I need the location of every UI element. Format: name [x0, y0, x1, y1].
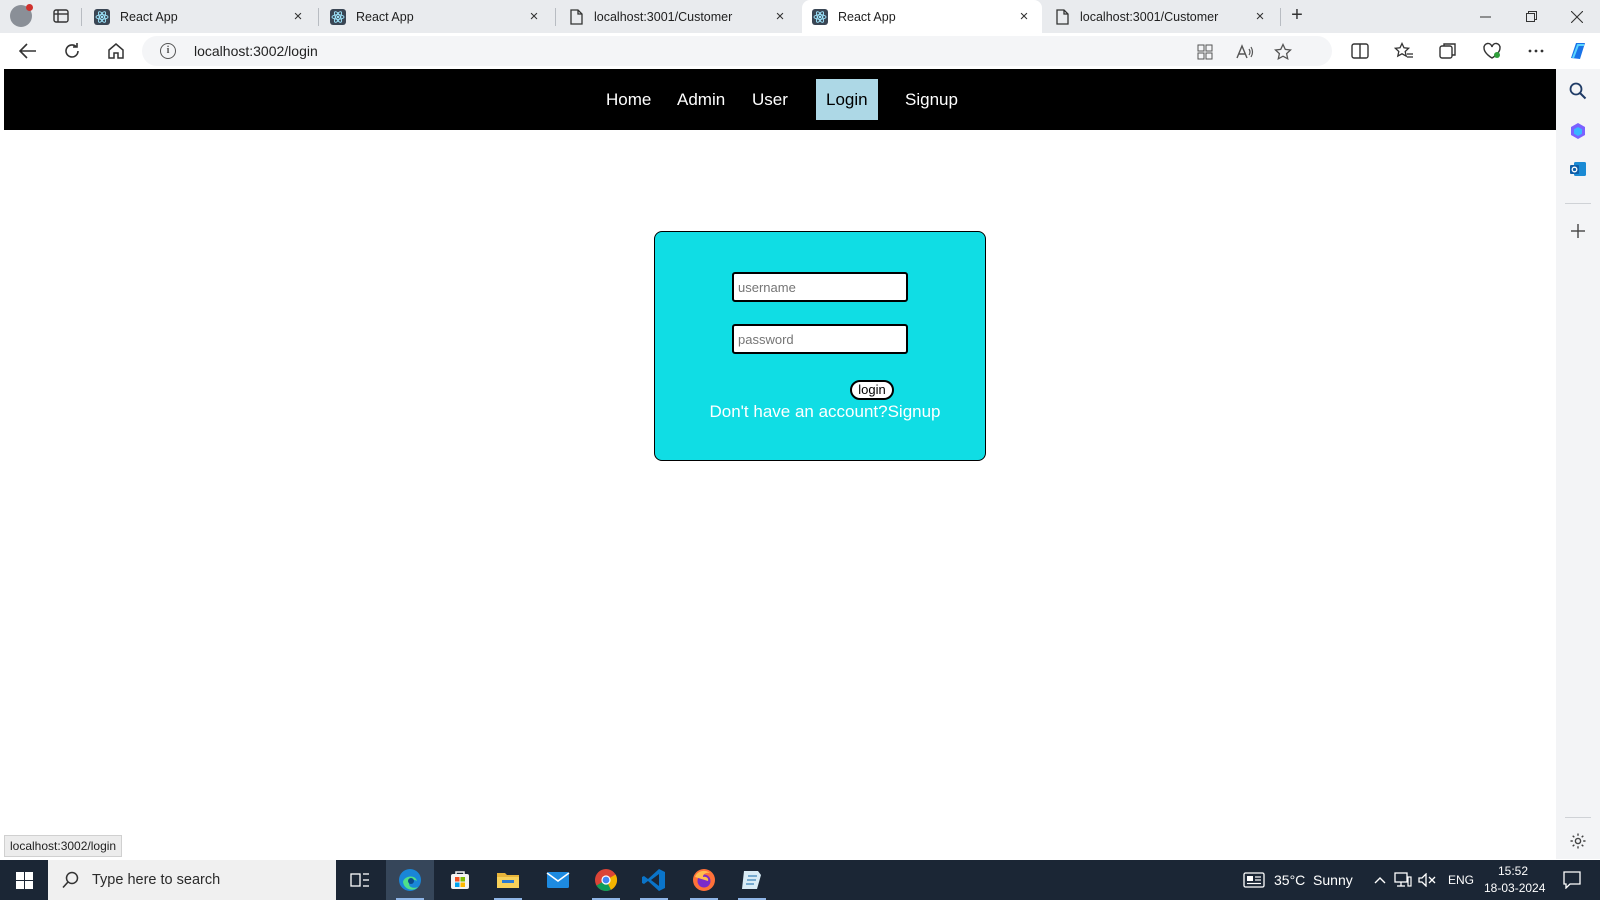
windows-taskbar: Type here to search 35°C Sunny ENG 15:52… — [0, 860, 1600, 900]
mail-icon[interactable] — [534, 860, 582, 900]
close-tab-icon[interactable]: × — [1016, 8, 1032, 25]
edge-browser-icon[interactable] — [386, 860, 434, 900]
vscode-icon[interactable] — [630, 860, 678, 900]
browser-tab[interactable]: React App × — [84, 0, 316, 33]
clock-date[interactable]: 18-03-2024 — [1484, 881, 1545, 895]
weather-text[interactable]: 35°C Sunny — [1274, 872, 1353, 888]
read-aloud-icon[interactable] — [1236, 43, 1254, 61]
clock-time[interactable]: 15:52 — [1498, 864, 1528, 878]
link-status-bar: localhost:3002/login — [4, 835, 123, 857]
browser-essentials-icon[interactable] — [1480, 39, 1504, 63]
volume-muted-icon[interactable] — [1416, 860, 1438, 900]
microsoft-365-icon[interactable] — [1568, 121, 1588, 141]
split-screen-icon[interactable] — [1348, 39, 1372, 63]
back-icon[interactable] — [16, 39, 40, 63]
password-input[interactable] — [732, 324, 908, 354]
browser-tab-active[interactable]: React App × — [802, 0, 1042, 33]
search-icon[interactable] — [1568, 81, 1588, 101]
signup-prompt-text: Don't have an account? — [709, 402, 888, 421]
favorites-icon[interactable] — [1392, 39, 1416, 63]
close-tab-icon[interactable]: × — [290, 8, 306, 25]
tab-title: localhost:3001/Customer — [594, 9, 733, 24]
browser-toolbar: i localhost:3002/login — [0, 33, 1600, 69]
minimize-icon[interactable] — [1462, 0, 1508, 33]
browser-tab-strip: React App × React App × localhost:3001/C… — [0, 0, 1600, 33]
show-hidden-icons-chevron-icon[interactable] — [1370, 860, 1390, 900]
restore-icon[interactable] — [1508, 0, 1554, 33]
tab-title: React App — [120, 9, 178, 24]
tab-title: React App — [838, 9, 896, 24]
microsoft-store-icon[interactable] — [436, 860, 484, 900]
notifications-icon[interactable] — [1552, 860, 1592, 900]
notification-dot — [26, 4, 33, 11]
tab-title: localhost:3001/Customer — [1080, 9, 1219, 24]
site-navbar: Home Admin User Login Signup — [4, 69, 1556, 130]
close-window-icon[interactable] — [1554, 0, 1600, 33]
chrome-icon[interactable] — [582, 860, 630, 900]
outlook-icon[interactable] — [1568, 159, 1588, 179]
copilot-icon[interactable] — [1566, 39, 1590, 63]
profile-avatar-icon[interactable] — [10, 4, 33, 27]
tab-actions-icon[interactable] — [52, 7, 70, 25]
taskbar-search-placeholder: Type here to search — [92, 872, 221, 888]
app-available-icon[interactable] — [1196, 43, 1214, 61]
add-sidebar-app-icon[interactable] — [1568, 221, 1588, 241]
react-icon — [94, 8, 110, 25]
browser-tab[interactable]: React App × — [320, 0, 552, 33]
refresh-icon[interactable] — [60, 39, 84, 63]
nav-signup[interactable]: Signup — [895, 79, 968, 120]
notepad-app-icon[interactable] — [728, 860, 776, 900]
task-view-icon[interactable] — [336, 860, 384, 900]
page-icon — [1054, 8, 1070, 25]
react-icon — [330, 8, 346, 25]
signup-link[interactable]: Signup — [888, 402, 941, 421]
close-tab-icon[interactable]: × — [1252, 8, 1268, 25]
nav-login[interactable]: Login — [816, 79, 878, 120]
file-explorer-icon[interactable] — [484, 860, 532, 900]
username-input[interactable] — [732, 272, 908, 302]
tab-title: React App — [356, 9, 414, 24]
web-page: Home Admin User Login Signup login Don't… — [4, 69, 1556, 859]
login-card: login Don't have an account?Signup — [654, 231, 986, 461]
sidebar-settings-gear-icon[interactable] — [1568, 831, 1588, 851]
weather-news-icon[interactable] — [1240, 860, 1268, 900]
search-icon — [62, 871, 79, 889]
close-tab-icon[interactable]: × — [772, 8, 788, 25]
new-tab-button[interactable]: + — [1286, 5, 1308, 27]
taskbar-search-box[interactable]: Type here to search — [48, 860, 336, 900]
close-tab-icon[interactable]: × — [526, 8, 542, 25]
browser-tab[interactable]: localhost:3001/Customer × — [558, 0, 798, 33]
nav-user[interactable]: User — [742, 79, 798, 120]
address-url[interactable]: localhost:3002/login — [194, 43, 318, 59]
network-icon[interactable] — [1392, 860, 1414, 900]
address-bar[interactable]: i localhost:3002/login — [142, 36, 1332, 66]
firefox-icon[interactable] — [680, 860, 728, 900]
windows-start-icon[interactable] — [0, 860, 48, 900]
input-language-indicator[interactable]: ENG — [1448, 873, 1474, 887]
nav-home[interactable]: Home — [596, 79, 661, 120]
more-menu-icon[interactable] — [1524, 39, 1548, 63]
login-button[interactable]: login — [850, 380, 894, 400]
home-icon[interactable] — [104, 39, 128, 63]
collections-icon[interactable] — [1436, 39, 1460, 63]
nav-admin[interactable]: Admin — [667, 79, 735, 120]
react-icon — [812, 8, 828, 25]
signup-prompt: Don't have an account?Signup — [655, 402, 985, 422]
page-icon — [568, 8, 584, 25]
browser-tab[interactable]: localhost:3001/Customer × — [1044, 0, 1278, 33]
site-info-icon[interactable]: i — [160, 43, 176, 59]
edge-sidebar — [1556, 69, 1600, 859]
favorite-star-icon[interactable] — [1274, 43, 1292, 61]
